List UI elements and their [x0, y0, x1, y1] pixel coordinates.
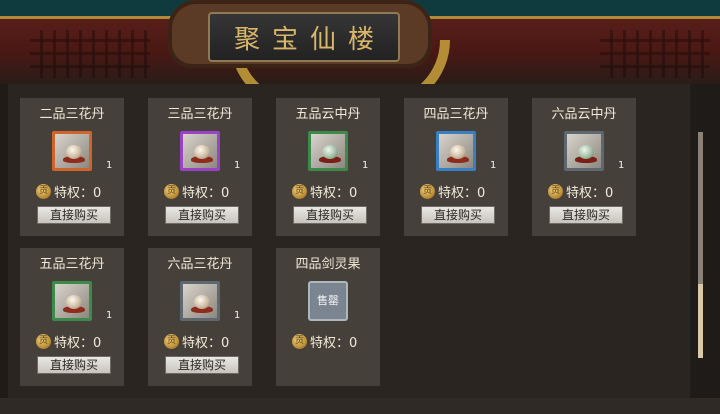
privilege-text: 特权：0 — [438, 185, 486, 201]
tribute-coin-icon: 贡 — [548, 183, 563, 199]
item-count: 1 — [234, 160, 241, 171]
item-name: 二品三花丹 — [39, 107, 105, 122]
buy-now-button[interactable]: 直接购买 — [421, 206, 495, 224]
item-name: 四品剑灵果 — [295, 257, 361, 272]
privilege-row: 贡 特权：0 — [292, 182, 358, 201]
privilege-row: 贡 特权：0 — [164, 182, 230, 201]
item-count: 1 — [362, 160, 369, 171]
lattice-ornament-left — [30, 30, 150, 78]
shop-card: 四品三花丹 1 贡 特权：0 直接购买 — [403, 97, 509, 237]
pill-icon — [66, 145, 82, 159]
buy-now-button[interactable]: 直接购买 — [293, 206, 367, 224]
item-name: 四品三花丹 — [423, 107, 489, 122]
item-slot[interactable] — [436, 131, 476, 171]
tribute-coin-icon: 贡 — [292, 183, 307, 199]
item-name: 五品三花丹 — [39, 257, 105, 272]
shop-card: 五品云中丹 1 贡 特权：0 直接购买 — [275, 97, 381, 237]
scrollbar-thumb[interactable] — [698, 284, 703, 358]
shop-card: 四品剑灵果 售罄 贡 特权：0 — [275, 247, 381, 387]
buy-now-button[interactable]: 直接购买 — [165, 206, 239, 224]
privilege-text: 特权：0 — [54, 335, 102, 351]
privilege-row: 贡 特权：0 — [420, 182, 486, 201]
shop-title: 聚宝仙楼 — [233, 24, 386, 55]
tribute-coin-icon: 贡 — [164, 183, 179, 199]
pill-icon — [322, 145, 338, 159]
pill-icon — [194, 295, 210, 309]
item-name: 三品三花丹 — [167, 107, 233, 122]
tribute-coin-icon: 贡 — [36, 333, 51, 349]
panel-bottom-strip — [0, 398, 720, 414]
panel-right-gutter — [690, 84, 720, 414]
item-name: 六品三花丹 — [167, 257, 233, 272]
item-slot[interactable] — [308, 131, 348, 171]
buy-now-button[interactable]: 直接购买 — [549, 206, 623, 224]
privilege-text: 特权：0 — [566, 185, 614, 201]
buy-now-button[interactable]: 直接购买 — [37, 206, 111, 224]
item-slot[interactable] — [52, 281, 92, 321]
tribute-coin-icon: 贡 — [36, 183, 51, 199]
privilege-row: 贡 特权：0 — [292, 332, 358, 351]
pill-icon — [450, 145, 466, 159]
privilege-text: 特权：0 — [310, 185, 358, 201]
item-name: 五品云中丹 — [295, 107, 361, 122]
shop-card: 五品三花丹 1 贡 特权：0 直接购买 — [19, 247, 125, 387]
buy-now-button[interactable]: 直接购买 — [37, 356, 111, 374]
item-count: 1 — [234, 310, 241, 321]
pill-icon — [578, 145, 594, 159]
item-slot[interactable] — [180, 281, 220, 321]
pill-icon — [66, 295, 82, 309]
game-screen: 聚宝仙楼 二品三花丹 1 贡 特权：0 直接购买 三品三花丹 1 贡 特权：0 … — [0, 0, 720, 414]
privilege-row: 贡 特权：0 — [548, 182, 614, 201]
item-count: 1 — [490, 160, 497, 171]
privilege-row: 贡 特权：0 — [36, 332, 102, 351]
shop-card: 六品云中丹 1 贡 特权：0 直接购买 — [531, 97, 637, 237]
privilege-text: 特权：0 — [182, 335, 230, 351]
privilege-row: 贡 特权：0 — [164, 332, 230, 351]
item-count: 1 — [618, 160, 625, 171]
shop-card: 六品三花丹 1 贡 特权：0 直接购买 — [147, 247, 253, 387]
item-slot[interactable] — [52, 131, 92, 171]
shop-card: 二品三花丹 1 贡 特权：0 直接购买 — [19, 97, 125, 237]
sold-out-slot: 售罄 — [308, 281, 348, 321]
privilege-text: 特权：0 — [182, 185, 230, 201]
item-count: 1 — [106, 310, 113, 321]
privilege-row: 贡 特权：0 — [36, 182, 102, 201]
tribute-coin-icon: 贡 — [292, 333, 307, 349]
buy-now-button[interactable]: 直接购买 — [165, 356, 239, 374]
shop-card: 三品三花丹 1 贡 特权：0 直接购买 — [147, 97, 253, 237]
tribute-coin-icon: 贡 — [164, 333, 179, 349]
item-name: 六品云中丹 — [551, 107, 617, 122]
item-slot[interactable] — [180, 131, 220, 171]
lattice-ornament-right — [600, 30, 710, 78]
tribute-coin-icon: 贡 — [420, 183, 435, 199]
title-plaque: 聚宝仙楼 — [208, 12, 400, 62]
item-slot[interactable] — [564, 131, 604, 171]
item-count: 1 — [106, 160, 113, 171]
pill-icon — [194, 145, 210, 159]
panel-left-edge — [0, 84, 8, 414]
privilege-text: 特权：0 — [310, 335, 358, 351]
privilege-text: 特权：0 — [54, 185, 102, 201]
